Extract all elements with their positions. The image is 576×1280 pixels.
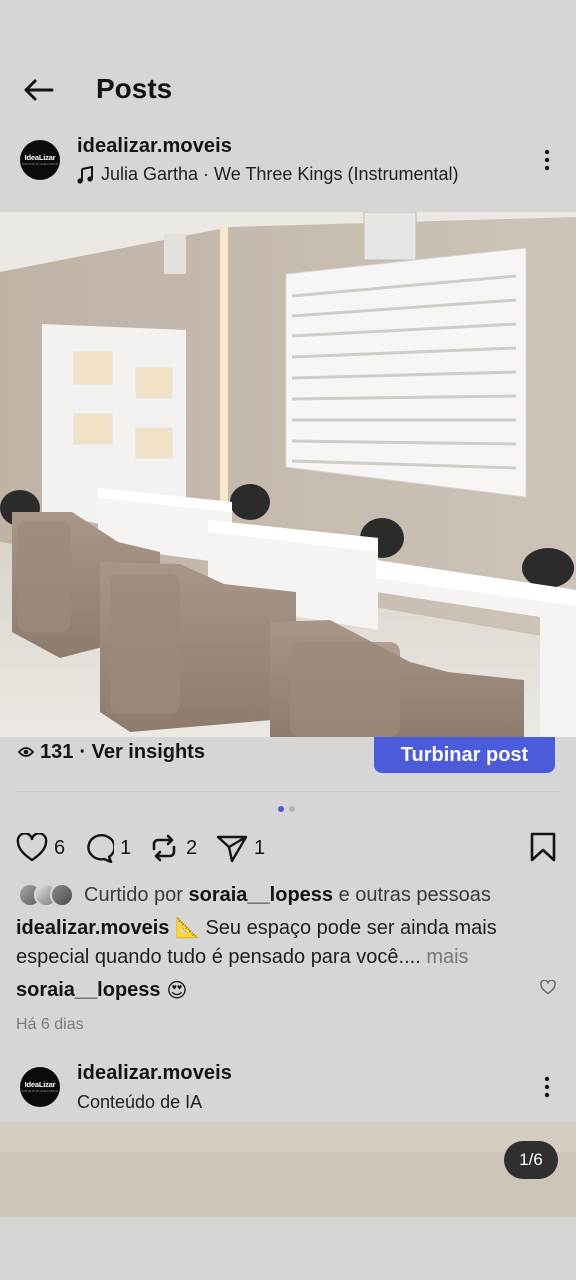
like-count: 6 [54,836,66,859]
post-caption[interactable]: idealizar.moveis 📐 Seu espaço pode ser a… [16,914,556,972]
insights-label: · Ver insights [79,740,205,763]
liked-by-suffix: e outras pessoas [338,883,491,906]
music-line[interactable]: Julia Gartha · We Three Kings (Instrumen… [77,164,458,185]
post-username[interactable]: idealizar.moveis [77,135,232,158]
boost-post-button[interactable]: Turbinar post [374,737,555,773]
eye-icon [18,747,34,757]
music-title: Julia Gartha · We Three Kings (Instrumen… [101,164,459,184]
comment-button[interactable]: 1 [82,833,131,863]
avatar [50,883,74,907]
comment-like-button[interactable] [540,979,556,1000]
more-options-button[interactable] [535,144,559,176]
page-title: Posts [96,73,173,104]
post-date: Há 6 dias [16,1016,84,1033]
carousel-dot [289,806,295,812]
caption-username[interactable]: idealizar.moveis [16,917,169,939]
caption-emoji: 📐 [174,917,200,939]
repost-icon [152,834,176,862]
more-vertical-icon [544,149,550,171]
caption-more-link[interactable]: mais [426,946,468,968]
comment-count: 1 [120,836,132,859]
divider [16,791,560,792]
liked-by-prefix: Curtido por [84,883,183,906]
view-count: 131 [40,740,74,763]
avatar-logo-subtext: MOVEIS PLANEJADOS [22,162,58,166]
share-button[interactable]: 1 [216,833,265,863]
comment-preview[interactable]: soraia__lopess 😍 [16,978,187,1003]
carousel-dot-active [278,806,284,812]
more-vertical-icon [544,1076,550,1098]
avatar-logo-text: IdeaLizar [24,1080,56,1089]
carousel-counter: 1/6 [504,1141,558,1179]
avatar[interactable]: IdeaLizar MOVEIS PLANEJADOS [20,140,60,180]
post-username[interactable]: idealizar.moveis [77,1062,232,1085]
music-note-icon [77,165,93,184]
avatar-logo-text: IdeaLizar [24,153,56,162]
save-button[interactable] [528,832,558,867]
carousel-indicator [278,806,295,812]
liked-by[interactable]: Curtido por soraia__lopess e outras pess… [18,883,491,907]
liked-by-user[interactable]: soraia__lopess [189,884,334,907]
liked-by-avatars [18,883,74,907]
more-options-button[interactable] [535,1071,559,1103]
avatar-logo-subtext: MOVEIS PLANEJADOS [22,1089,58,1093]
bookmark-icon [530,832,556,862]
comment-text: 😍 [166,980,188,1002]
heart-icon [16,833,48,862]
comment-bubble-icon [87,834,114,863]
send-icon [216,835,248,863]
comment-username[interactable]: soraia__lopess [16,979,161,1002]
back-button[interactable] [18,70,58,110]
post-image[interactable] [0,1122,576,1217]
repost-button[interactable]: 2 [148,833,197,863]
like-button[interactable]: 6 [16,833,65,863]
repost-count: 2 [186,836,198,859]
avatar[interactable]: IdeaLizar MOVEIS PLANEJADOS [20,1067,60,1107]
arrow-left-icon [24,79,54,101]
share-count: 1 [254,836,266,859]
ai-content-label[interactable]: Conteúdo de IA [77,1092,202,1113]
heart-icon [540,979,556,995]
post-image[interactable] [0,212,576,737]
insights-link[interactable]: 131 · Ver insights [18,738,205,766]
